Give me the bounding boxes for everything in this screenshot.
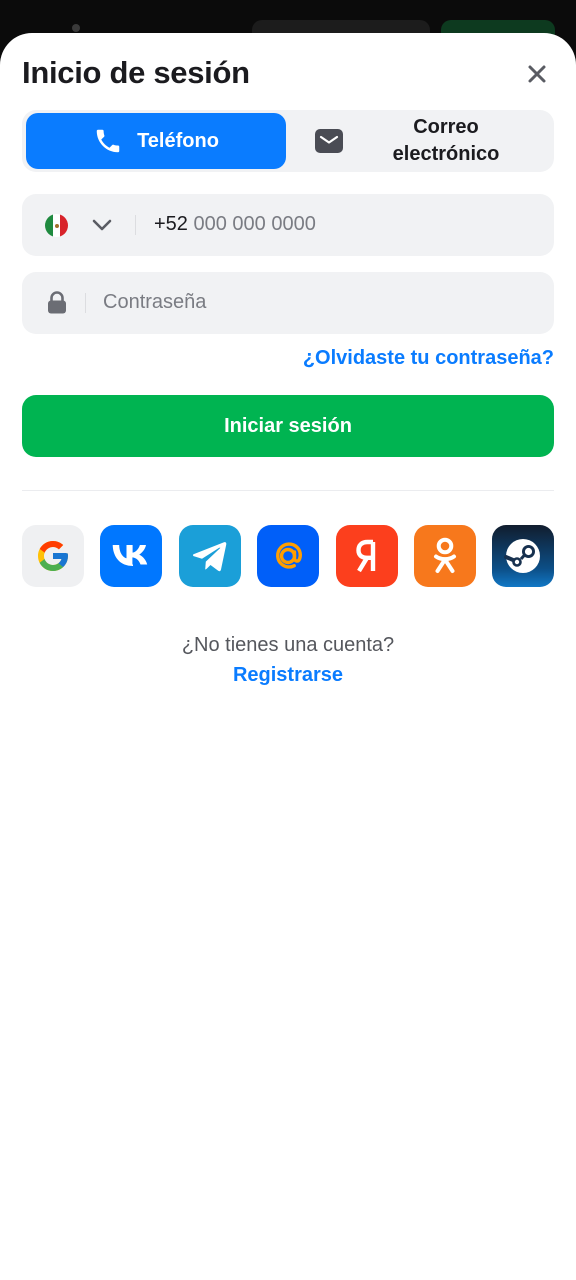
phone-icon	[96, 129, 120, 153]
country-selector[interactable]	[90, 213, 114, 242]
divider	[22, 490, 554, 491]
close-button[interactable]	[522, 59, 552, 89]
steam-icon	[504, 539, 540, 573]
phone-input[interactable]: +52 000 000 0000	[22, 194, 554, 256]
at-sign-icon	[276, 542, 302, 569]
vk-icon	[112, 545, 148, 566]
yandex-icon	[356, 539, 376, 573]
chevron-down-icon	[92, 219, 112, 231]
telegram-icon	[193, 542, 227, 572]
forgot-password-link[interactable]: ¿Olvidaste tu contraseña?	[303, 347, 554, 370]
no-account-text: ¿No tienes una cuenta?	[181, 634, 395, 656]
google-login-button[interactable]	[22, 525, 84, 587]
password-input[interactable]: Contraseña	[22, 272, 554, 334]
login-method-tabs: Teléfono Correo electrónico	[22, 110, 554, 172]
field-separator	[135, 215, 136, 235]
password-placeholder: Contraseña	[103, 291, 207, 313]
google-icon	[38, 541, 68, 571]
steam-login-button[interactable]	[492, 525, 554, 587]
tab-phone[interactable]: Teléfono	[26, 113, 286, 169]
odnoklassniki-icon	[434, 537, 456, 573]
page-title: Inicio de sesión	[22, 55, 250, 90]
yandex-login-button[interactable]	[336, 525, 398, 587]
mexico-flag-icon	[45, 214, 68, 237]
envelope-icon	[315, 129, 343, 153]
register-link[interactable]: Registrarse	[0, 664, 576, 687]
vk-login-button[interactable]	[100, 525, 162, 587]
mail-ru-login-button[interactable]	[257, 525, 319, 587]
background-dot	[72, 24, 80, 32]
lock-icon	[48, 291, 66, 314]
phone-value: +52 000 000 0000	[154, 213, 316, 236]
phone-placeholder: 000 000 0000	[193, 213, 316, 235]
odnoklassniki-login-button[interactable]	[414, 525, 476, 587]
tab-email-label: Correo electrónico	[392, 116, 500, 165]
tab-phone-label: Teléfono	[137, 129, 219, 152]
field-separator	[85, 293, 86, 313]
social-login-row	[22, 525, 554, 587]
close-icon	[528, 65, 546, 83]
tab-email[interactable]: Correo electrónico	[292, 113, 550, 169]
telegram-login-button[interactable]	[179, 525, 241, 587]
country-code: +52	[154, 213, 188, 235]
login-sheet: Inicio de sesión Teléfono Correo electró…	[0, 33, 576, 1280]
login-button[interactable]: Iniciar sesión	[22, 395, 554, 457]
